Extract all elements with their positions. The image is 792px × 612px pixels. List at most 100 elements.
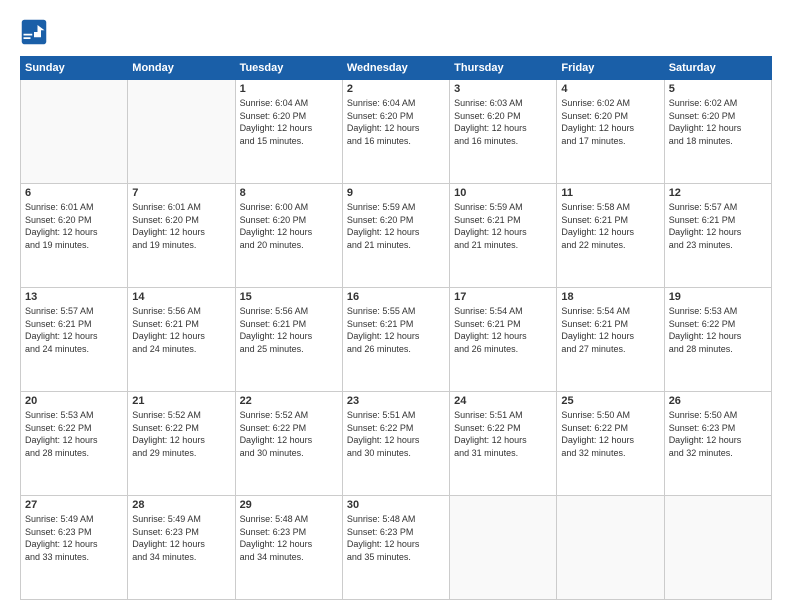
day-number: 24 xyxy=(454,395,552,407)
calendar-cell: 27 Sunrise: 5:49 AM Sunset: 6:23 PM Dayli… xyxy=(21,496,128,600)
day-number: 1 xyxy=(240,83,338,95)
day-number: 13 xyxy=(25,291,123,303)
day-number: 2 xyxy=(347,83,445,95)
day-number: 17 xyxy=(454,291,552,303)
week-row-2: 6 Sunrise: 6:01 AM Sunset: 6:20 PM Daylig… xyxy=(21,184,772,288)
day-number: 5 xyxy=(669,83,767,95)
cell-info: Sunrise: 5:51 AM Sunset: 6:22 PM Dayligh… xyxy=(454,409,552,459)
cell-info: Sunrise: 6:00 AM Sunset: 6:20 PM Dayligh… xyxy=(240,201,338,251)
calendar-cell: 16Sunrise: 5:55 AM Sunset: 6:21 PM Dayli… xyxy=(342,288,449,392)
week-row-1: 1 Sunrise: 6:04 AM Sunset: 6:20 PM Daylig… xyxy=(21,80,772,184)
cell-info: Sunrise: 5:55 AM Sunset: 6:21 PM Dayligh… xyxy=(347,305,445,355)
calendar-cell: 4 Sunrise: 6:02 AM Sunset: 6:20 PM Daylig… xyxy=(557,80,664,184)
day-number: 22 xyxy=(240,395,338,407)
calendar-cell: 26Sunrise: 5:50 AM Sunset: 6:23 PM Dayli… xyxy=(664,392,771,496)
day-number: 8 xyxy=(240,187,338,199)
day-number: 10 xyxy=(454,187,552,199)
calendar-cell: 5 Sunrise: 6:02 AM Sunset: 6:20 PM Daylig… xyxy=(664,80,771,184)
calendar-cell: 20 Sunrise: 5:53 AM Sunset: 6:22 PM Dayli… xyxy=(21,392,128,496)
day-number: 18 xyxy=(561,291,659,303)
cell-info: Sunrise: 6:04 AM Sunset: 6:20 PM Dayligh… xyxy=(347,97,445,147)
col-header-friday: Friday xyxy=(557,57,664,80)
cell-info: Sunrise: 5:57 AM Sunset: 6:21 PM Dayligh… xyxy=(669,201,767,251)
cell-info: Sunrise: 5:50 AM Sunset: 6:22 PM Dayligh… xyxy=(561,409,659,459)
cell-info: Sunrise: 6:03 AM Sunset: 6:20 PM Dayligh… xyxy=(454,97,552,147)
col-header-sunday: Sunday xyxy=(21,57,128,80)
day-number: 20 xyxy=(25,395,123,407)
day-number: 21 xyxy=(132,395,230,407)
day-number: 23 xyxy=(347,395,445,407)
calendar-cell: 3 Sunrise: 6:03 AM Sunset: 6:20 PM Daylig… xyxy=(450,80,557,184)
day-number: 25 xyxy=(561,395,659,407)
col-header-tuesday: Tuesday xyxy=(235,57,342,80)
calendar-cell: 13 Sunrise: 5:57 AM Sunset: 6:21 PM Dayli… xyxy=(21,288,128,392)
cell-info: Sunrise: 5:53 AM Sunset: 6:22 PM Dayligh… xyxy=(669,305,767,355)
cell-info: Sunrise: 5:49 AM Sunset: 6:23 PM Dayligh… xyxy=(25,513,123,563)
calendar-cell: 19 Sunrise: 5:53 AM Sunset: 6:22 PM Dayli… xyxy=(664,288,771,392)
calendar-cell: 14 Sunrise: 5:56 AM Sunset: 6:21 PM Dayli… xyxy=(128,288,235,392)
week-row-5: 27 Sunrise: 5:49 AM Sunset: 6:23 PM Dayli… xyxy=(21,496,772,600)
day-number: 30 xyxy=(347,499,445,511)
calendar-cell: 22 Sunrise: 5:52 AM Sunset: 6:22 PM Dayli… xyxy=(235,392,342,496)
calendar-cell: 8 Sunrise: 6:00 AM Sunset: 6:20 PM Daylig… xyxy=(235,184,342,288)
cell-info: Sunrise: 5:54 AM Sunset: 6:21 PM Dayligh… xyxy=(561,305,659,355)
calendar-cell xyxy=(450,496,557,600)
calendar-cell xyxy=(21,80,128,184)
day-number: 6 xyxy=(25,187,123,199)
cell-info: Sunrise: 5:54 AM Sunset: 6:21 PM Dayligh… xyxy=(454,305,552,355)
day-number: 29 xyxy=(240,499,338,511)
cell-info: Sunrise: 5:56 AM Sunset: 6:21 PM Dayligh… xyxy=(240,305,338,355)
cell-info: Sunrise: 5:52 AM Sunset: 6:22 PM Dayligh… xyxy=(132,409,230,459)
cell-info: Sunrise: 6:02 AM Sunset: 6:20 PM Dayligh… xyxy=(669,97,767,147)
calendar-cell: 18 Sunrise: 5:54 AM Sunset: 6:21 PM Dayli… xyxy=(557,288,664,392)
cell-info: Sunrise: 5:59 AM Sunset: 6:21 PM Dayligh… xyxy=(454,201,552,251)
calendar-cell: 2 Sunrise: 6:04 AM Sunset: 6:20 PM Daylig… xyxy=(342,80,449,184)
week-row-4: 20 Sunrise: 5:53 AM Sunset: 6:22 PM Dayli… xyxy=(21,392,772,496)
col-header-thursday: Thursday xyxy=(450,57,557,80)
calendar-cell: 21 Sunrise: 5:52 AM Sunset: 6:22 PM Dayli… xyxy=(128,392,235,496)
day-number: 4 xyxy=(561,83,659,95)
day-number: 15 xyxy=(240,291,338,303)
cell-info: Sunrise: 6:01 AM Sunset: 6:20 PM Dayligh… xyxy=(25,201,123,251)
col-header-monday: Monday xyxy=(128,57,235,80)
calendar-cell: 9 Sunrise: 5:59 AM Sunset: 6:20 PM Daylig… xyxy=(342,184,449,288)
cell-info: Sunrise: 6:01 AM Sunset: 6:20 PM Dayligh… xyxy=(132,201,230,251)
calendar-cell: 23Sunrise: 5:51 AM Sunset: 6:22 PM Dayli… xyxy=(342,392,449,496)
cell-info: Sunrise: 5:53 AM Sunset: 6:22 PM Dayligh… xyxy=(25,409,123,459)
cell-info: Sunrise: 5:48 AM Sunset: 6:23 PM Dayligh… xyxy=(347,513,445,563)
calendar-cell: 17 Sunrise: 5:54 AM Sunset: 6:21 PM Dayli… xyxy=(450,288,557,392)
day-number: 9 xyxy=(347,187,445,199)
col-header-wednesday: Wednesday xyxy=(342,57,449,80)
cell-info: Sunrise: 5:52 AM Sunset: 6:22 PM Dayligh… xyxy=(240,409,338,459)
calendar-cell: 29 Sunrise: 5:48 AM Sunset: 6:23 PM Dayli… xyxy=(235,496,342,600)
cell-info: Sunrise: 5:48 AM Sunset: 6:23 PM Dayligh… xyxy=(240,513,338,563)
cell-info: Sunrise: 5:58 AM Sunset: 6:21 PM Dayligh… xyxy=(561,201,659,251)
logo xyxy=(20,18,52,46)
day-number: 19 xyxy=(669,291,767,303)
day-number: 27 xyxy=(25,499,123,511)
calendar-cell xyxy=(128,80,235,184)
cell-info: Sunrise: 5:50 AM Sunset: 6:23 PM Dayligh… xyxy=(669,409,767,459)
calendar-table: SundayMondayTuesdayWednesdayThursdayFrid… xyxy=(20,56,772,600)
col-header-saturday: Saturday xyxy=(664,57,771,80)
cell-info: Sunrise: 6:04 AM Sunset: 6:20 PM Dayligh… xyxy=(240,97,338,147)
day-number: 3 xyxy=(454,83,552,95)
cell-info: Sunrise: 5:57 AM Sunset: 6:21 PM Dayligh… xyxy=(25,305,123,355)
cell-info: Sunrise: 5:59 AM Sunset: 6:20 PM Dayligh… xyxy=(347,201,445,251)
week-row-3: 13 Sunrise: 5:57 AM Sunset: 6:21 PM Dayli… xyxy=(21,288,772,392)
day-number: 11 xyxy=(561,187,659,199)
day-number: 14 xyxy=(132,291,230,303)
calendar-cell: 11 Sunrise: 5:58 AM Sunset: 6:21 PM Dayli… xyxy=(557,184,664,288)
page: SundayMondayTuesdayWednesdayThursdayFrid… xyxy=(0,0,792,612)
calendar-cell: 25 Sunrise: 5:50 AM Sunset: 6:22 PM Dayli… xyxy=(557,392,664,496)
calendar-cell: 6 Sunrise: 6:01 AM Sunset: 6:20 PM Daylig… xyxy=(21,184,128,288)
calendar-cell: 10 Sunrise: 5:59 AM Sunset: 6:21 PM Dayli… xyxy=(450,184,557,288)
calendar-cell: 12Sunrise: 5:57 AM Sunset: 6:21 PM Dayli… xyxy=(664,184,771,288)
logo-icon xyxy=(20,18,48,46)
day-number: 28 xyxy=(132,499,230,511)
cell-info: Sunrise: 5:56 AM Sunset: 6:21 PM Dayligh… xyxy=(132,305,230,355)
calendar-cell: 1 Sunrise: 6:04 AM Sunset: 6:20 PM Daylig… xyxy=(235,80,342,184)
calendar-cell xyxy=(557,496,664,600)
cell-info: Sunrise: 6:02 AM Sunset: 6:20 PM Dayligh… xyxy=(561,97,659,147)
day-number: 7 xyxy=(132,187,230,199)
